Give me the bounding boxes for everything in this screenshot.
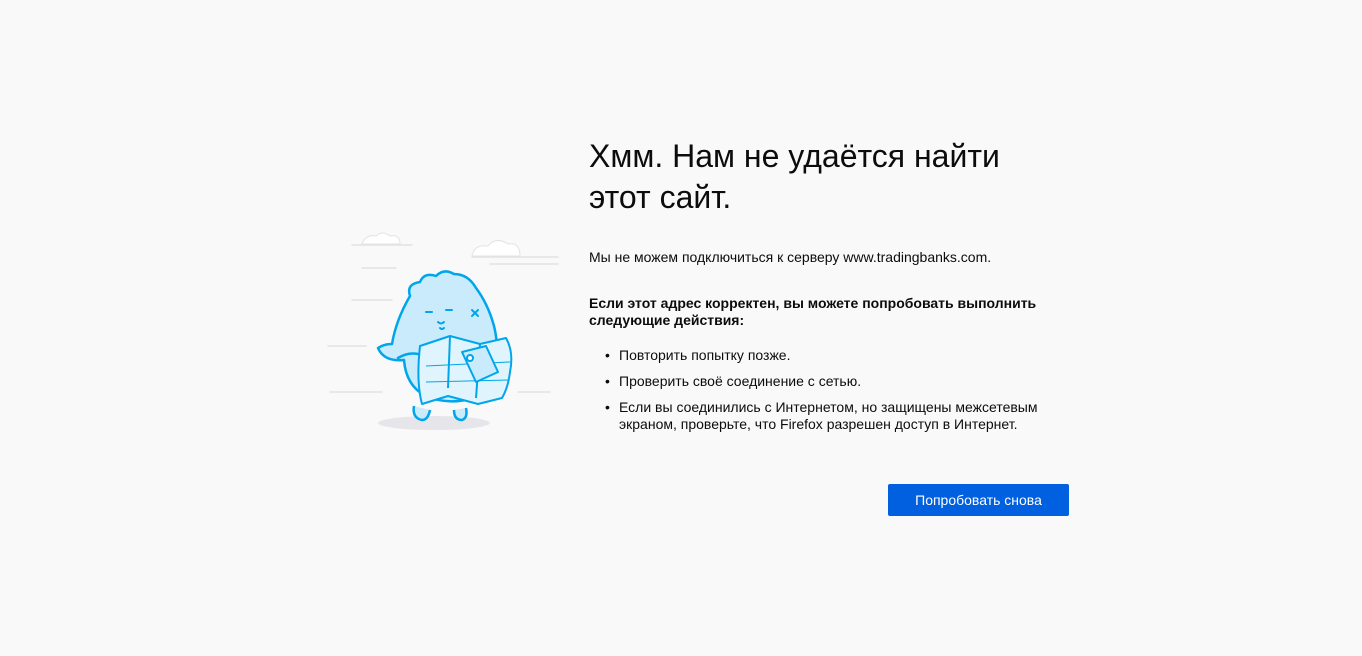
- advice-heading: Если этот адрес корректен, вы можете поп…: [589, 295, 1037, 328]
- suggestion-text: Если вы соединились с Интернетом, но защ…: [619, 399, 1038, 432]
- suggestion-text: Проверить своё соединение с сетью.: [619, 373, 862, 389]
- suggestion-text: Повторить попытку позже.: [619, 347, 791, 363]
- suggestion-list: • Повторить попытку позже. • Проверить с…: [589, 347, 1069, 433]
- error-page: Хмм. Нам не удаётся найти этот сайт. Мы …: [0, 0, 1362, 656]
- page-title: Хмм. Нам не удаётся найти этот сайт.: [589, 138, 1000, 215]
- list-item: • Если вы соединились с Интернетом, но з…: [605, 399, 1069, 433]
- list-item: • Проверить своё соединение с сетью.: [605, 373, 1069, 390]
- error-content: Хмм. Нам не удаётся найти этот сайт. Мы …: [589, 136, 1069, 442]
- error-description: Мы не можем подключиться к серверу www.t…: [589, 249, 992, 265]
- try-again-button[interactable]: Попробовать снова: [888, 484, 1069, 516]
- bullet-icon: •: [605, 347, 610, 363]
- bullet-icon: •: [605, 399, 610, 415]
- list-item: • Повторить попытку позже.: [605, 347, 1069, 364]
- bullet-icon: •: [605, 373, 610, 389]
- lost-map-dino-icon: [322, 226, 562, 436]
